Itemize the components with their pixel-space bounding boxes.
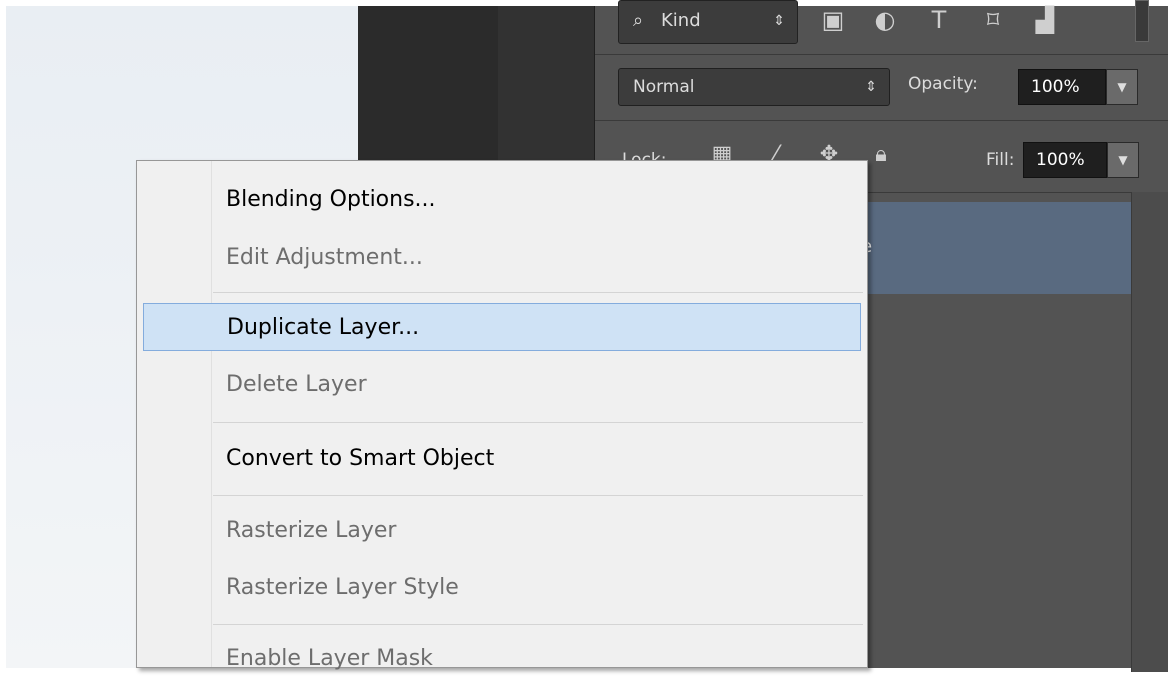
blend-mode-value: Normal	[633, 77, 695, 97]
menu-item-enable-layer-mask[interactable]: Enable Layer Mask	[137, 635, 867, 683]
menu-separator	[213, 422, 863, 423]
filter-kind-label: Kind	[661, 10, 701, 31]
adjustment-layer-filter-icon[interactable]: ◐	[871, 6, 899, 34]
fill-label: Fill:	[986, 150, 1015, 170]
menu-item-duplicate-layer[interactable]: Duplicate Layer...	[143, 303, 861, 351]
panel-divider	[595, 54, 1168, 55]
panel-divider	[595, 120, 1168, 121]
menu-separator	[213, 624, 863, 625]
menu-item-rasterize-layer-style[interactable]: Rasterize Layer Style	[137, 564, 867, 612]
menu-separator	[213, 292, 863, 293]
menu-item-delete-layer[interactable]: Delete Layer	[137, 361, 867, 409]
search-icon: ⌕	[633, 10, 644, 31]
stepper-icon: ⇕	[865, 79, 877, 95]
opacity-dropdown-button[interactable]: ▼	[1106, 69, 1138, 105]
lock-all-icon[interactable]: 🔒︎	[867, 142, 895, 167]
fill-input[interactable]: 100%	[1023, 142, 1107, 178]
menu-item-rasterize-layer[interactable]: Rasterize Layer	[137, 507, 867, 555]
filter-kind-select[interactable]: ⌕ Kind ⇕	[618, 0, 798, 44]
filter-toggle-handle[interactable]	[1135, 0, 1149, 42]
menu-item-edit-adjustment[interactable]: Edit Adjustment...	[137, 234, 867, 282]
blend-mode-select[interactable]: Normal ⇕	[618, 68, 890, 106]
type-layer-filter-icon[interactable]: T	[925, 6, 953, 34]
opacity-label: Opacity:	[908, 74, 978, 94]
image-layer-filter-icon[interactable]: ▣	[819, 6, 847, 34]
fill-dropdown-button[interactable]: ▼	[1107, 142, 1139, 178]
menu-item-convert-to-smart-object[interactable]: Convert to Smart Object	[137, 435, 867, 483]
shape-layer-filter-icon[interactable]: ⌑	[979, 6, 1007, 34]
stepper-icon: ⇕	[773, 13, 785, 29]
opacity-input[interactable]: 100%	[1018, 69, 1106, 105]
smart-object-filter-icon[interactable]: ▟	[1031, 6, 1059, 34]
layer-context-menu: Blending Options... Edit Adjustment... D…	[136, 160, 868, 671]
menu-item-blending-options[interactable]: Blending Options...	[137, 176, 867, 224]
menu-separator	[213, 495, 863, 496]
layers-scrollbar[interactable]	[1131, 192, 1168, 672]
layer-filter-row: ⌕ Kind ⇕ ▣ ◐ T ⌑ ▟	[595, 0, 1168, 58]
